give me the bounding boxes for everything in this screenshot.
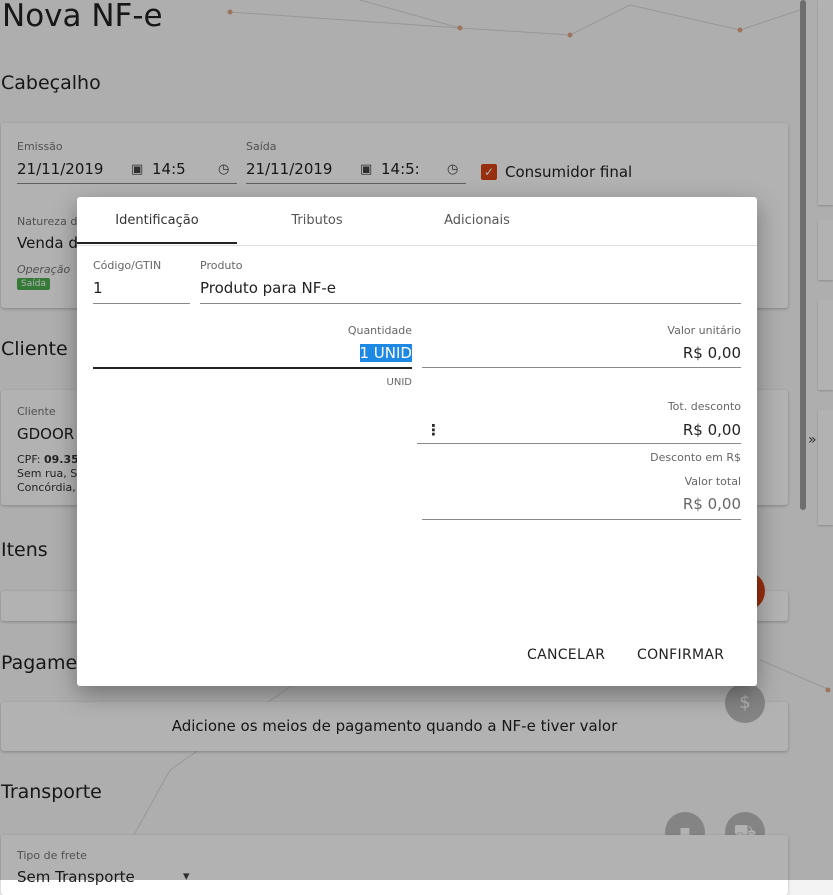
product-input[interactable]: Produto para NF-e xyxy=(200,279,336,297)
tab-divider xyxy=(77,245,757,246)
code-input[interactable]: 1 xyxy=(93,279,103,297)
code-underline xyxy=(93,303,190,304)
quantity-input[interactable]: 1 UNID xyxy=(359,344,412,362)
total-label: Valor total xyxy=(684,475,741,488)
tab-tributos[interactable]: Tributos xyxy=(237,213,397,228)
tab-identificacao[interactable]: Identificação xyxy=(77,213,237,228)
unit-value-input[interactable]: R$ 0,00 xyxy=(422,344,741,362)
product-underline xyxy=(200,303,741,304)
discount-input[interactable]: R$ 0,00 xyxy=(422,421,741,439)
code-label: Código/GTIN xyxy=(93,259,162,272)
item-dialog: Identificação Tributos Adicionais Código… xyxy=(77,197,757,686)
product-label: Produto xyxy=(200,259,243,272)
tab-adicionais[interactable]: Adicionais xyxy=(397,213,557,228)
confirm-button[interactable]: CONFIRMAR xyxy=(637,647,724,663)
quantity-unit-hint: UNID xyxy=(386,377,412,388)
discount-underline xyxy=(417,443,741,444)
unit-value-label: Valor unitário xyxy=(667,324,741,337)
discount-hint: Desconto em R$ xyxy=(650,451,741,464)
unit-value-underline xyxy=(422,367,741,368)
total-value: R$ 0,00 xyxy=(682,495,741,513)
active-tab-indicator xyxy=(77,242,237,244)
discount-label: Tot. desconto xyxy=(667,400,741,413)
quantity-label: Quantidade xyxy=(347,324,412,337)
cancel-button[interactable]: CANCELAR xyxy=(527,647,605,663)
total-underline xyxy=(422,519,741,520)
quantity-underline xyxy=(93,367,412,369)
